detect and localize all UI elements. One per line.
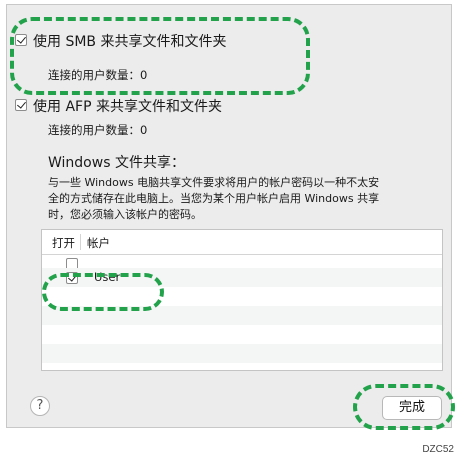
figure-code: DZC52 bbox=[422, 444, 454, 455]
afp-sharing-checkbox[interactable] bbox=[15, 99, 27, 111]
table-row bbox=[42, 344, 442, 363]
windows-sharing-title: Windows 文件共享： bbox=[48, 155, 185, 171]
user-row-highlight-callout bbox=[42, 273, 164, 311]
question-mark-icon: ? bbox=[36, 398, 44, 413]
table-row bbox=[42, 325, 442, 344]
done-button-highlight-callout bbox=[353, 384, 455, 430]
afp-sharing-label: 使用 AFP 来共享文件和文件夹 bbox=[33, 99, 222, 115]
smb-highlight-callout bbox=[10, 17, 310, 95]
column-divider bbox=[80, 234, 81, 250]
column-header-on[interactable]: 打开 bbox=[52, 235, 75, 251]
table-header: 打开 帐户 bbox=[42, 230, 442, 255]
description-line: 全的方式储存在此电脑上。当您为某个用户帐户启用 Windows 共享 bbox=[48, 192, 380, 205]
description-line: 与一些 Windows 电脑共享文件要求将用户的帐户密码以一种不太安 bbox=[48, 176, 380, 189]
description-line: 时，您必须输入该帐户的密码。 bbox=[48, 208, 202, 221]
table-row[interactable] bbox=[42, 254, 442, 270]
column-header-account[interactable]: 帐户 bbox=[87, 235, 110, 251]
help-button[interactable]: ? bbox=[30, 396, 50, 416]
afp-connected-users: 连接的用户数量：0 bbox=[48, 123, 148, 137]
windows-sharing-description: 与一些 Windows 电脑共享文件要求将用户的帐户密码以一种不太安 全的方式储… bbox=[48, 175, 379, 223]
